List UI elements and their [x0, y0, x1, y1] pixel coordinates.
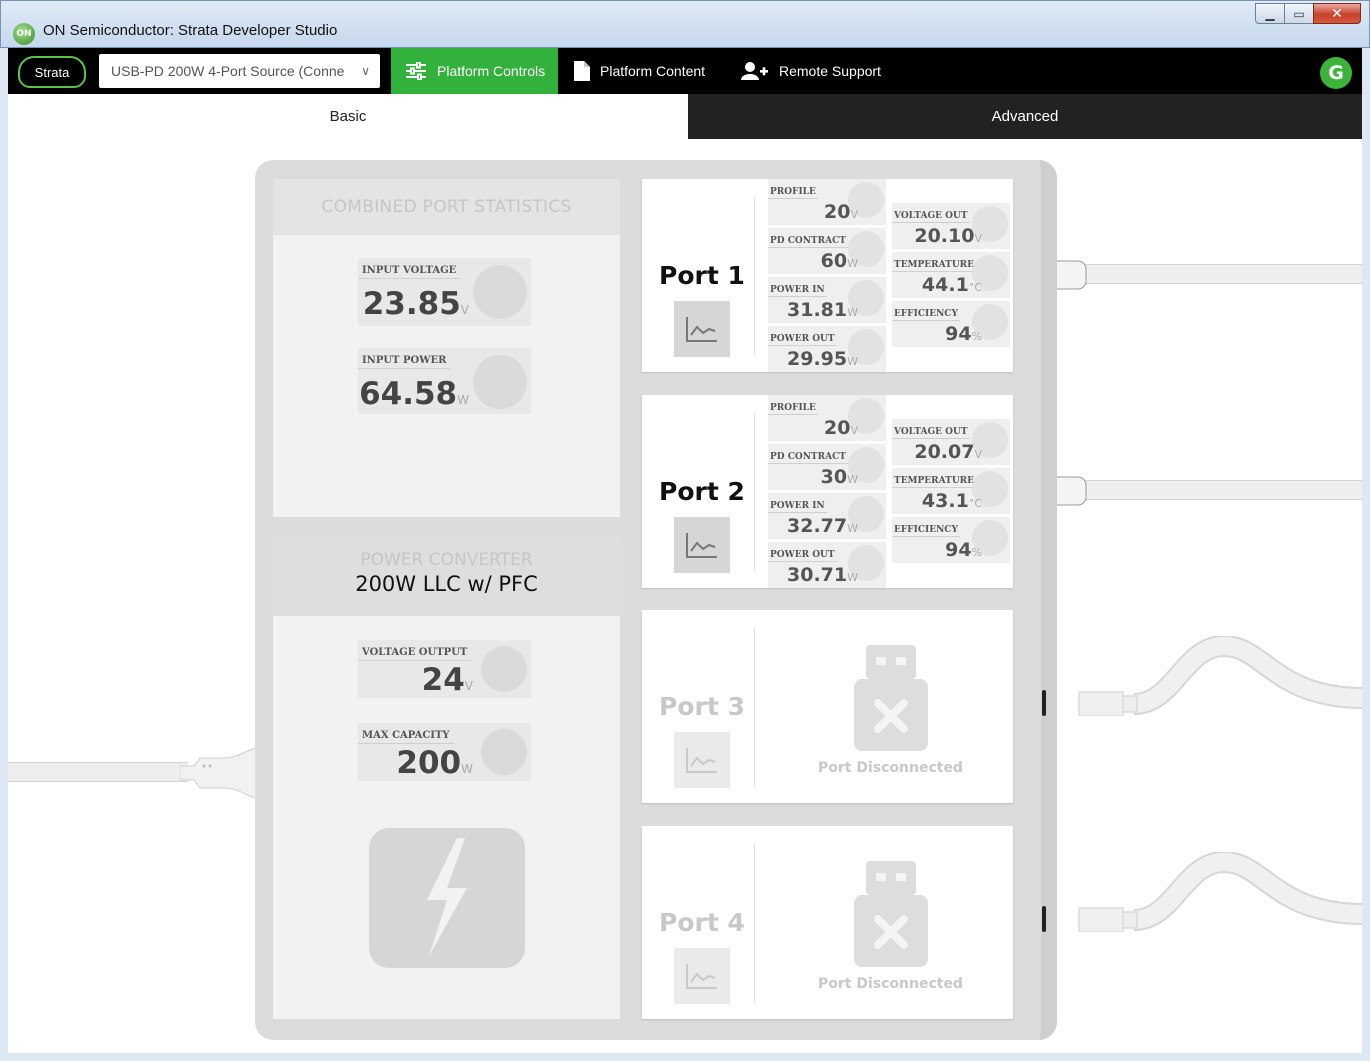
input-power-value: 64.58W [359, 376, 469, 412]
close-button[interactable]: ✕ [1313, 3, 1361, 24]
bolt-icon [473, 265, 527, 319]
nav-remote-support[interactable]: Remote Support [741, 48, 881, 94]
power-converter-panel: POWER CONVERTER 200W LLC w/ PFC VOLTAGE … [273, 538, 620, 1019]
platform-select[interactable]: USB-PD 200W 4-Port Source (Conne ∨ [99, 54, 380, 88]
window-controls: ▁ ▭ ✕ [1255, 3, 1361, 24]
window-title: ON Semiconductor: Strata Developer Studi… [43, 22, 338, 39]
max-capacity-metric: MAX CAPACITY 200W [358, 723, 531, 781]
port-1-temperature: TEMPERATURE 44.1°C [892, 252, 1010, 298]
port-2-profile: PROFILE 20V [768, 395, 886, 441]
port-1-voltage-out: VOLTAGE OUT 20.10V [892, 203, 1010, 249]
lightning-bolt-icon [369, 828, 525, 968]
main-toolbar: Strata USB-PD 200W 4-Port Source (Conne … [8, 48, 1362, 94]
line-chart-icon [686, 533, 717, 558]
gauge-icon [481, 729, 527, 775]
port-2-efficiency: EFFICIENCY 94% [892, 517, 1010, 563]
sliders-icon [405, 62, 427, 80]
usb-disconnected-icon [854, 861, 928, 967]
ac-plug-icon [180, 747, 257, 799]
port-3-divider [754, 627, 755, 787]
minimize-icon: ▁ [1265, 6, 1275, 21]
port-1-efficiency: EFFICIENCY 94% [892, 301, 1010, 347]
maximize-button[interactable]: ▭ [1284, 3, 1314, 24]
voltage-output-label: VOLTAGE OUTPUT [358, 644, 472, 661]
port-2-name: Port 2 [659, 477, 745, 506]
port-1-card: Port 1 PROFILE 20V PD CONTRACT 60W POWER I… [642, 179, 1013, 372]
input-power-metric: INPUT POWER 64.58W [358, 348, 531, 414]
port-2-temperature: TEMPERATURE 43.1°C [892, 468, 1010, 514]
input-voltage-metric: INPUT VOLTAGE 23.85V [358, 258, 531, 326]
port-1-power-out: POWER OUT 29.95W [768, 326, 886, 372]
power-converter-model: 200W LLC w/ PFC [355, 572, 538, 596]
on-semi-logo-icon: ON [13, 23, 35, 45]
port-1-power-in: POWER IN 31.81W [768, 277, 886, 323]
port-4-chart-button[interactable] [674, 948, 730, 1004]
port-2-card: Port 2 PROFILE 20V PD CONTRACT 30W POWER I… [642, 395, 1013, 588]
chevron-down-icon: ∨ [361, 64, 370, 78]
port-4-divider [754, 843, 755, 1003]
bolt-icon [481, 646, 527, 692]
window-title-bar: ON ON Semiconductor: Strata Developer St… [0, 0, 1370, 48]
port-1-profile: PROFILE 20V [768, 179, 886, 225]
usb-disconnected-icon [854, 645, 928, 751]
port-2-power-out: POWER OUT 30.71W [768, 542, 886, 588]
minimize-button[interactable]: ▁ [1255, 3, 1285, 24]
port-2-divider [754, 412, 755, 572]
input-voltage-label: INPUT VOLTAGE [358, 262, 461, 279]
tab-advanced[interactable]: Advanced [688, 94, 1362, 139]
port-4-slot [1042, 906, 1046, 932]
voltage-output-metric: VOLTAGE OUTPUT 24V [358, 640, 531, 698]
port-4-name: Port 4 [659, 908, 745, 937]
port-3-name: Port 3 [659, 692, 745, 721]
max-capacity-value: 200W [396, 745, 473, 781]
power-converter-header: POWER CONVERTER 200W LLC w/ PFC [273, 538, 620, 616]
add-user-icon [741, 61, 769, 81]
port-2-pd-contract: PD CONTRACT 30W [768, 444, 886, 490]
nav-platform-controls-label: Platform Controls [437, 63, 546, 79]
platform-select-value: USB-PD 200W 4-Port Source (Conne [111, 63, 345, 79]
nav-platform-controls[interactable]: Platform Controls [391, 48, 558, 94]
port-2-voltage-out: VOLTAGE OUT 20.07V [892, 419, 1010, 465]
port-2-cable [1080, 480, 1362, 500]
port-3-loose-cable [1078, 636, 1362, 716]
port-1-cable [1080, 264, 1362, 284]
app-frame: Strata USB-PD 200W 4-Port Source (Conne … [8, 48, 1362, 1053]
maximize-icon: ▭ [1293, 6, 1305, 21]
port-1-pd-contract: PD CONTRACT 60W [768, 228, 886, 274]
close-icon: ✕ [1331, 5, 1343, 22]
input-voltage-value: 23.85V [362, 286, 469, 322]
input-power-cable [8, 762, 188, 782]
nav-platform-content-label: Platform Content [600, 63, 706, 79]
port-4-loose-cable [1078, 852, 1362, 932]
port-1-name: Port 1 [659, 261, 745, 290]
input-power-label: INPUT POWER [358, 352, 451, 369]
max-capacity-label: MAX CAPACITY [358, 727, 454, 744]
nav-platform-content[interactable]: Platform Content [574, 48, 705, 94]
voltage-output-value: 24V [421, 662, 473, 698]
port-3-chart-button[interactable] [674, 732, 730, 788]
line-chart-icon [686, 748, 717, 773]
combined-stats-header: COMBINED PORT STATISTICS [273, 179, 620, 235]
port-1-chart-button[interactable] [674, 301, 730, 357]
port-4-status: Port Disconnected [818, 976, 963, 992]
power-converter-title: POWER CONVERTER [360, 550, 533, 570]
port-1-divider [754, 196, 755, 356]
line-chart-icon [686, 317, 717, 342]
port-2-power-in: POWER IN 32.77W [768, 493, 886, 539]
bolt-icon [473, 355, 527, 409]
nav-remote-support-label: Remote Support [779, 63, 881, 79]
port-3-slot [1042, 690, 1046, 716]
user-avatar[interactable]: G [1320, 57, 1352, 89]
tab-basic[interactable]: Basic [8, 94, 688, 139]
port-4-card: Port 4 Port Disconnected [642, 826, 1013, 1019]
combined-port-statistics-panel: COMBINED PORT STATISTICS INPUT VOLTAGE 2… [273, 179, 620, 517]
port-2-chart-button[interactable] [674, 517, 730, 573]
document-icon [574, 61, 590, 81]
strata-logo[interactable]: Strata [18, 56, 86, 88]
line-chart-icon [686, 964, 717, 989]
port-3-status: Port Disconnected [818, 760, 963, 776]
port-3-card: Port 3 Port Disconnected [642, 610, 1013, 803]
